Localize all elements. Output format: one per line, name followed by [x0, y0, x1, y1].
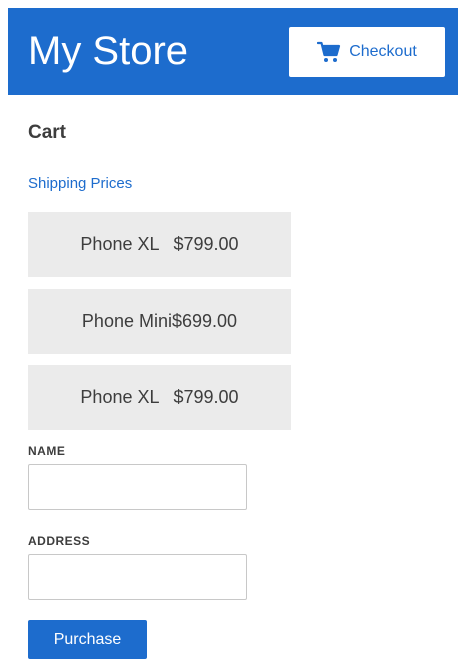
- cart-item: Phone XL $799.00: [28, 212, 291, 277]
- checkout-button[interactable]: Checkout: [289, 27, 445, 77]
- top-bar: My Store Checkout: [8, 8, 458, 95]
- cart-item: Phone Mini $699.00: [28, 289, 291, 354]
- cart-item-name: Phone XL: [80, 234, 160, 254]
- name-input[interactable]: [28, 464, 247, 510]
- cart-item: Phone XL $799.00: [28, 365, 291, 430]
- address-field-label: ADDRESS: [28, 534, 91, 548]
- cart-item-price: $799.00: [173, 234, 239, 254]
- cart-item-price: $699.00: [171, 311, 238, 331]
- purchase-button[interactable]: Purchase: [28, 620, 147, 659]
- address-input[interactable]: [28, 554, 247, 600]
- cart-item-price: $799.00: [173, 387, 239, 407]
- name-field-label: NAME: [28, 444, 66, 458]
- page-title: Cart: [28, 122, 67, 143]
- checkout-button-label: Checkout: [349, 43, 417, 60]
- cart-item-name: Phone Mini: [81, 311, 172, 331]
- shipping-prices-link[interactable]: Shipping Prices: [28, 174, 132, 194]
- store-brand-link[interactable]: My Store: [28, 27, 188, 75]
- cart-item-name: Phone XL: [80, 387, 160, 407]
- shopping-cart-icon: [317, 41, 341, 63]
